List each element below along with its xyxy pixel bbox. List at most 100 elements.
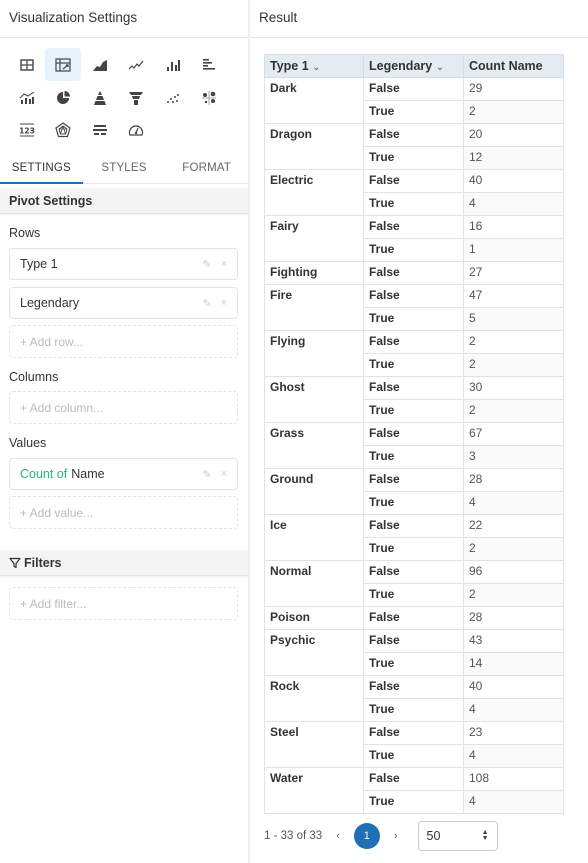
cell-count: 43	[463, 629, 564, 653]
viz-type-bubble-chart-button[interactable]	[191, 81, 227, 114]
add-value-dropzone[interactable]: + Add value...	[9, 496, 238, 529]
cell-type1: Steel	[264, 721, 364, 768]
cell-count: 16	[463, 215, 564, 239]
add-column-dropzone[interactable]: + Add column...	[9, 391, 238, 424]
cell-type1: Flying	[264, 330, 364, 377]
table-row: Electric False 40	[264, 169, 564, 216]
spinner-icon: ▲ ▼	[481, 829, 489, 842]
viz-type-gauge-button[interactable]	[118, 113, 154, 146]
cell-count: 28	[463, 606, 564, 630]
viz-type-funnel-chart-button[interactable]	[118, 81, 154, 114]
viz-type-scatter-chart-button[interactable]	[155, 81, 191, 114]
cell-count: 2	[463, 583, 564, 607]
page-button-1[interactable]: 1	[353, 823, 380, 849]
cell-type1: Normal	[264, 560, 364, 607]
viz-type-horizontal-bar-chart-button[interactable]	[191, 48, 227, 81]
bar-chart-icon	[167, 59, 180, 71]
cell-count: 22	[463, 514, 564, 538]
cell-count: 3	[463, 445, 564, 469]
pie-chart-icon	[57, 90, 70, 104]
cell-count: 29	[463, 77, 564, 101]
pencil-icon[interactable]: ✎	[202, 468, 211, 481]
cell-type1: Dark	[264, 77, 364, 124]
viz-type-bullet-chart-button[interactable]	[82, 113, 118, 146]
cell-type1: Fairy	[264, 215, 364, 262]
cell-legendary: True	[363, 100, 464, 124]
close-icon[interactable]: ×	[221, 258, 227, 270]
viz-type-combo-chart-button[interactable]	[9, 81, 45, 114]
viz-type-line-chart-button[interactable]	[118, 48, 154, 81]
pencil-icon[interactable]: ✎	[202, 258, 211, 271]
tab-format[interactable]: FORMAT	[165, 152, 248, 183]
cell-legendary: False	[363, 767, 464, 791]
cell-legendary: True	[363, 652, 464, 676]
cell-count: 4	[463, 698, 564, 722]
area-chart-icon	[93, 59, 107, 71]
table-row: Ground False 28	[264, 468, 564, 515]
cell-legendary: False	[363, 123, 464, 147]
table-row: Normal False 96	[264, 560, 564, 607]
cell-legendary: False	[363, 169, 464, 193]
cell-legendary: False	[363, 468, 464, 492]
filter-icon	[9, 557, 21, 568]
cell-count: 96	[463, 560, 564, 584]
row-field-type1[interactable]: Type 1 ✎ ×	[9, 248, 238, 280]
viz-type-number-button[interactable]: 123	[9, 113, 45, 146]
panel-title: Visualization Settings	[0, 0, 248, 38]
cell-legendary: False	[363, 284, 464, 308]
viz-type-bar-chart-button[interactable]	[155, 48, 191, 81]
viz-type-pie-chart-button[interactable]	[45, 81, 81, 114]
close-icon[interactable]: ×	[221, 468, 227, 480]
row-field-legendary[interactable]: Legendary ✎ ×	[9, 287, 238, 319]
cell-legendary: False	[363, 606, 464, 630]
cell-count: 1	[463, 238, 564, 262]
cell-count: 40	[463, 169, 564, 193]
cell-legendary: True	[363, 353, 464, 377]
cell-count: 2	[463, 353, 564, 377]
viz-type-pyramid-chart-button[interactable]	[82, 81, 118, 114]
table-row: Poison False 28	[264, 606, 564, 630]
radar-chart-icon	[55, 121, 71, 137]
cell-legendary: False	[363, 560, 464, 584]
tab-settings[interactable]: SETTINGS	[0, 152, 83, 184]
cell-type1: Grass	[264, 422, 364, 469]
horizontal-bar-chart-icon	[203, 58, 215, 70]
next-page-button[interactable]: ›	[394, 830, 398, 842]
cell-type1: Ghost	[264, 376, 364, 423]
add-row-dropzone[interactable]: + Add row...	[9, 325, 238, 358]
cell-count: 30	[463, 376, 564, 400]
viz-type-area-chart-button[interactable]	[82, 48, 118, 81]
cell-count: 47	[463, 284, 564, 308]
close-icon[interactable]: ×	[221, 297, 227, 309]
scatter-chart-icon	[167, 93, 179, 103]
table-row: Fairy False 16	[264, 215, 564, 262]
table-row: Psychic False 43	[264, 629, 564, 676]
cell-type1: Psychic	[264, 629, 364, 676]
page-size-select[interactable]: 50 ▲ ▼	[417, 821, 498, 851]
row-field-label: Legendary	[20, 296, 80, 310]
cell-count: 14	[463, 652, 564, 676]
viz-type-radar-chart-button[interactable]	[45, 113, 81, 146]
pivot-settings-title: Pivot Settings	[9, 193, 93, 208]
column-header-type1[interactable]: Type 1 ⌄	[264, 54, 364, 78]
table-row: Ice False 22	[264, 514, 564, 561]
cell-legendary: True	[363, 399, 464, 423]
viz-type-table-button[interactable]	[9, 48, 45, 81]
svg-text:123: 123	[19, 126, 35, 135]
table-row: Grass False 67	[264, 422, 564, 469]
add-filter-dropzone[interactable]: + Add filter...	[9, 587, 238, 620]
column-header-legendary[interactable]: Legendary ⌄	[363, 54, 464, 78]
value-field-label: Name	[71, 467, 105, 481]
prev-page-button[interactable]: ‹	[336, 830, 340, 842]
pencil-icon[interactable]: ✎	[202, 297, 211, 310]
tab-styles[interactable]: STYLES	[83, 152, 166, 183]
filters-title: Filters	[24, 555, 62, 570]
value-field-count-name[interactable]: Count of Name ✎ ×	[9, 458, 238, 490]
cell-legendary: True	[363, 698, 464, 722]
cell-legendary: True	[363, 744, 464, 768]
table-row: Rock False 40	[264, 675, 564, 722]
page-size-value: 50	[426, 829, 441, 843]
viz-type-pivot-table-button[interactable]	[45, 48, 81, 81]
cell-count: 4	[463, 790, 564, 814]
table-row: Fire False 47	[264, 284, 564, 331]
